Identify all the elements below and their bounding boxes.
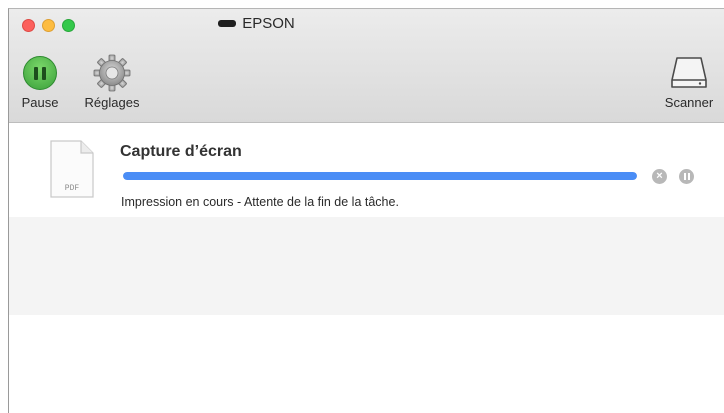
printer-icon <box>218 20 237 27</box>
pause-icon <box>23 56 57 90</box>
print-queue-window: EPSON Pause Réglages Scanner PDF Capture… <box>8 8 724 413</box>
settings-button[interactable]: Réglages <box>72 53 152 110</box>
hold-job-button[interactable] <box>679 169 694 184</box>
drive-icon <box>671 57 707 88</box>
job-name: Capture d’écran <box>120 143 242 160</box>
document-icon: PDF <box>49 139 95 204</box>
toolbar: EPSON Pause Réglages Scanner <box>9 9 724 123</box>
window-title-text: EPSON <box>242 15 295 32</box>
cancel-icon: × <box>656 170 663 182</box>
job-status-text: Impression en cours - Attente de la fin … <box>121 195 399 209</box>
scanner-button[interactable]: Scanner <box>653 53 724 110</box>
settings-label: Réglages <box>84 95 140 110</box>
hold-icon <box>683 173 686 180</box>
gear-icon <box>93 54 131 92</box>
document-file-type: PDF <box>64 184 80 193</box>
window-title: EPSON <box>9 15 614 32</box>
pause-label: Pause <box>21 95 59 110</box>
print-job-row[interactable]: PDF Capture d’écran × Impression en cour… <box>9 123 724 217</box>
cancel-job-button[interactable]: × <box>652 169 667 184</box>
job-progress-bar <box>123 172 637 180</box>
pause-button[interactable]: Pause <box>15 53 65 110</box>
scanner-label: Scanner <box>664 95 714 110</box>
empty-list-row <box>9 217 724 315</box>
job-progress-fill <box>123 172 637 180</box>
